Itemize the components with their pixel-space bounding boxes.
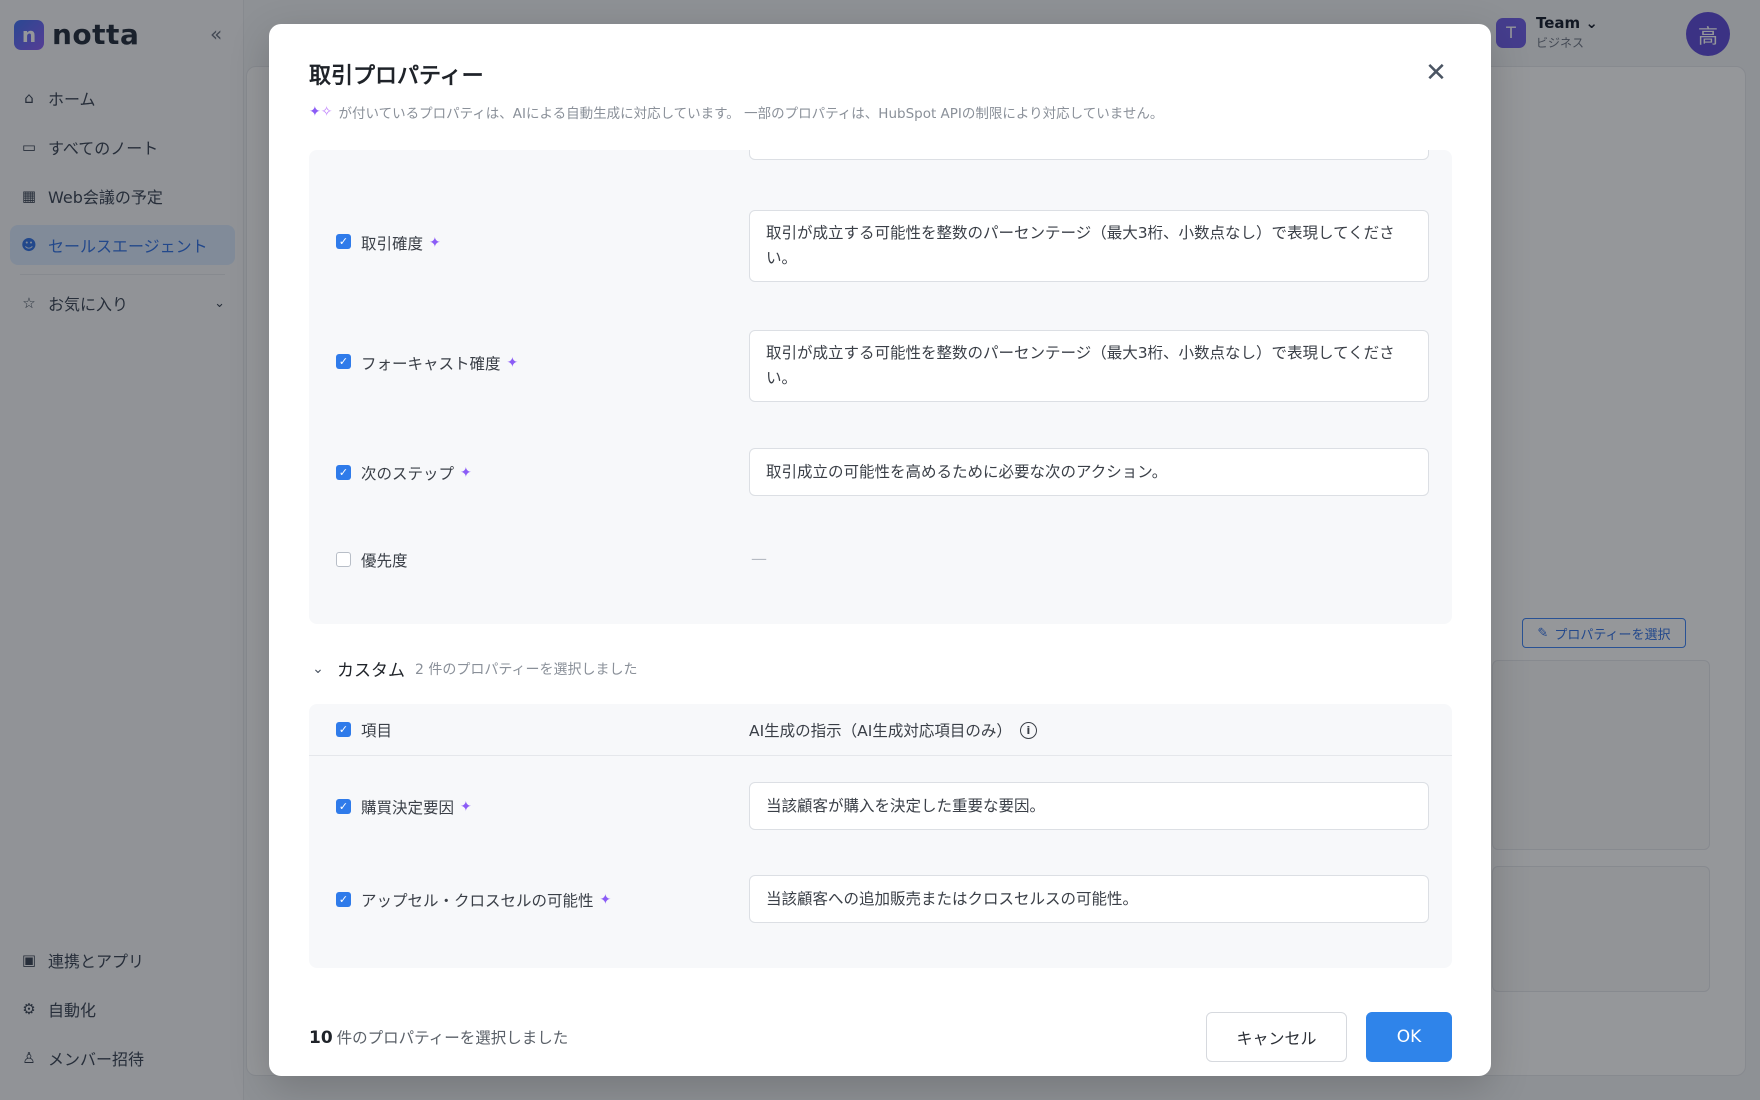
close-icon[interactable]: ✕ (1421, 58, 1451, 88)
property-label-text: アップセル・クロスセルの可能性 (361, 892, 594, 910)
property-row: ✓ フォーキャスト確度 ✦ 取引が成立する可能性を整数のパーセンテージ（最大3桁… (309, 322, 1452, 402)
property-row: ✓ 取引確度 ✦ 取引が成立する可能性を整数のパーセンテージ（最大3桁、小数点な… (309, 202, 1452, 282)
info-icon[interactable]: i (1019, 721, 1037, 739)
modal-description-text: が付いているプロパティは、AIによる自動生成に対応しています。 一部のプロパティ… (338, 106, 1164, 122)
section-count: 2 件のプロパティーを選択しました (415, 661, 638, 678)
property-label-text: 購買決定要因 (361, 799, 455, 817)
property-label-text: フォーキャスト確度 (361, 355, 501, 373)
chevron-down-icon: ⌄ (312, 660, 324, 677)
instruction-field[interactable]: 取引成立の可能性を高めるために必要な次のアクション。 (749, 448, 1429, 496)
instruction-field[interactable]: 取引が成立する可能性を整数のパーセンテージ（最大3桁、小数点なし）で表現してくだ… (749, 330, 1429, 402)
modal-footer: 10 件のプロパティーを選択しました キャンセル OK (269, 996, 1491, 1076)
column-header-item: 項目 (361, 722, 393, 740)
property-label: 優先度 (361, 549, 408, 571)
property-label: 取引確度 ✦ (361, 232, 441, 254)
property-label: 次のステップ ✦ (361, 462, 472, 484)
ok-button[interactable]: OK (1366, 1012, 1452, 1062)
cancel-button[interactable]: キャンセル (1206, 1012, 1347, 1062)
sparkle-icon: ✦✧ (309, 104, 333, 120)
empty-value: — (751, 549, 767, 568)
row-checkbox[interactable]: ✓ (336, 465, 351, 480)
custom-section-header[interactable]: ⌄ カスタム 2 件のプロパティーを選択しました (309, 656, 638, 682)
column-header-text: AI生成の指示（AI生成対応項目のみ） (749, 722, 1012, 740)
row-checkbox[interactable]: ✓ (336, 892, 351, 907)
modal-title: 取引プロパティー (309, 64, 484, 89)
properties-scroll-area[interactable]: ✓ 取引確度 ✦ 取引が成立する可能性を整数のパーセンテージ（最大3桁、小数点な… (309, 150, 1452, 996)
property-row: ✓ アップセル・クロスセルの可能性 ✦ 当該顧客への追加販売またはクロスセルスの… (309, 869, 1452, 929)
property-label-text: 優先度 (361, 552, 408, 570)
selected-count: 10 件のプロパティーを選択しました (309, 1026, 568, 1048)
selected-count-number: 10 (309, 1028, 333, 1048)
modal-description: ✦✧ が付いているプロパティは、AIによる自動生成に対応しています。 一部のプロ… (309, 102, 1163, 122)
instruction-field[interactable] (749, 150, 1429, 160)
row-checkbox[interactable]: ✓ (336, 799, 351, 814)
property-row: ✓ 優先度 — (309, 530, 1452, 590)
sparkle-icon: ✦ (599, 892, 612, 908)
property-label: フォーキャスト確度 ✦ (361, 352, 518, 374)
deal-properties-modal: 取引プロパティー ✕ ✦✧ が付いているプロパティは、AIによる自動生成に対応し… (269, 24, 1491, 1076)
sparkle-icon: ✦ (506, 355, 519, 371)
instruction-field[interactable]: 当該顧客への追加販売またはクロスセルスの可能性。 (749, 875, 1429, 923)
section-title: カスタム (337, 661, 405, 681)
select-all-checkbox[interactable]: ✓ (336, 722, 351, 737)
sparkle-icon: ✦ (460, 465, 472, 481)
instruction-field[interactable]: 当該顧客が購入を決定した重要な要因。 (749, 782, 1429, 830)
row-checkbox[interactable]: ✓ (336, 552, 351, 567)
property-row: ✓ 購買決定要因 ✦ 当該顧客が購入を決定した重要な要因。 (309, 776, 1452, 836)
row-checkbox[interactable]: ✓ (336, 354, 351, 369)
sparkle-icon: ✦ (460, 799, 472, 815)
property-label: アップセル・クロスセルの可能性 ✦ (361, 889, 611, 911)
table-header: ✓ 項目 AI生成の指示（AI生成対応項目のみ） i (309, 704, 1452, 756)
column-header-instruction: AI生成の指示（AI生成対応項目のみ） i (749, 719, 1037, 741)
property-label-text: 取引確度 (361, 235, 424, 253)
property-row: ✓ 次のステップ ✦ 取引成立の可能性を高めるために必要な次のアクション。 (309, 442, 1452, 502)
selected-count-text: 件のプロパティーを選択しました (336, 1029, 569, 1047)
standard-properties-group: ✓ 取引確度 ✦ 取引が成立する可能性を整数のパーセンテージ（最大3桁、小数点な… (309, 150, 1452, 624)
row-checkbox[interactable]: ✓ (336, 234, 351, 249)
property-label-text: 次のステップ (361, 465, 455, 483)
instruction-field[interactable]: 取引が成立する可能性を整数のパーセンテージ（最大3桁、小数点なし）で表現してくだ… (749, 210, 1429, 282)
property-label: 購買決定要因 ✦ (361, 796, 472, 818)
custom-properties-group: ✓ 項目 AI生成の指示（AI生成対応項目のみ） i ✓ 購買決定要因 ✦ 当該… (309, 704, 1452, 968)
sparkle-icon: ✦ (429, 235, 441, 251)
